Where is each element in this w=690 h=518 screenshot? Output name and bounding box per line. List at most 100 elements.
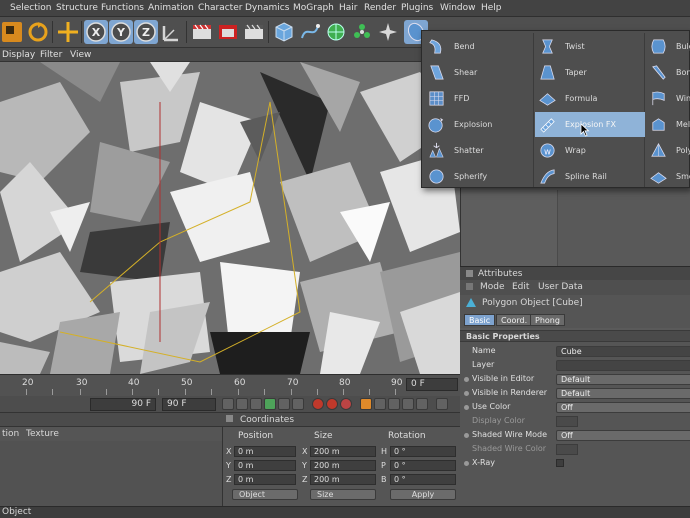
menu-item-smoothing[interactable]: Smo bbox=[646, 164, 690, 189]
x-axis-icon[interactable]: X bbox=[84, 20, 108, 44]
menu-item-melt[interactable]: Melt bbox=[646, 112, 690, 137]
menu-item-shatter[interactable]: Shatter bbox=[424, 138, 534, 163]
use-color-dropdown[interactable]: Off bbox=[556, 402, 690, 413]
menu-animation[interactable]: Animation bbox=[148, 3, 194, 13]
menu-selection[interactable]: Selection bbox=[10, 3, 51, 13]
menu-item-polygon-reduction[interactable]: Poly bbox=[646, 138, 690, 163]
material-tab-texture[interactable]: Texture bbox=[26, 429, 59, 439]
material-manager-body[interactable] bbox=[0, 441, 222, 506]
menu-item-formula[interactable]: Formula bbox=[535, 86, 645, 111]
size-x-field[interactable]: 200 m bbox=[310, 446, 376, 457]
menu-plugins[interactable]: Plugins bbox=[401, 3, 433, 13]
next-key-button[interactable] bbox=[292, 398, 304, 410]
viewport-menu-view[interactable]: View bbox=[70, 50, 91, 60]
pla-key-button[interactable] bbox=[416, 398, 428, 410]
display-color-swatch[interactable] bbox=[556, 416, 578, 427]
shaded-wire-color-swatch[interactable] bbox=[556, 444, 578, 455]
menu-mograph[interactable]: MoGraph bbox=[293, 3, 334, 13]
apply-button[interactable]: Apply bbox=[390, 489, 456, 500]
render-picture-viewer-icon[interactable] bbox=[216, 20, 240, 44]
timeline-ruler[interactable]: 20 30 40 50 60 70 80 90 bbox=[0, 374, 460, 396]
scale-key-button[interactable] bbox=[388, 398, 400, 410]
viewport-menu-display[interactable]: Display bbox=[2, 50, 35, 60]
spline-pen-icon[interactable] bbox=[298, 20, 322, 44]
render-view-icon[interactable] bbox=[190, 20, 214, 44]
x-ray-checkbox[interactable] bbox=[556, 459, 564, 467]
rotate-icon[interactable] bbox=[26, 20, 50, 44]
attributes-menu-user-data[interactable]: User Data bbox=[538, 282, 583, 292]
go-to-start-button[interactable] bbox=[222, 398, 234, 410]
menu-item-wind[interactable]: Wind bbox=[646, 86, 690, 111]
move-icon[interactable] bbox=[56, 20, 80, 44]
current-frame-field[interactable]: 0 F bbox=[406, 378, 458, 391]
viewport-menu-filter[interactable]: Filter bbox=[40, 50, 62, 60]
3d-viewport[interactable] bbox=[0, 62, 460, 374]
tab-phong[interactable]: Phong bbox=[530, 314, 565, 326]
attributes-menu-edit[interactable]: Edit bbox=[512, 282, 529, 292]
shaded-wire-mode-dropdown[interactable]: Off bbox=[556, 430, 690, 441]
cube-primitive-icon[interactable] bbox=[272, 20, 296, 44]
size-z-field[interactable]: 200 m bbox=[310, 474, 376, 485]
menu-functions[interactable]: Functions bbox=[101, 3, 144, 13]
menu-dynamics[interactable]: Dynamics bbox=[245, 3, 289, 13]
animation-dot-icon[interactable] bbox=[464, 461, 469, 466]
tab-basic[interactable]: Basic bbox=[464, 314, 496, 326]
menu-item-spherify[interactable]: Spherify bbox=[424, 164, 534, 189]
rotation-key-button[interactable] bbox=[374, 398, 386, 410]
menu-help[interactable]: Help bbox=[481, 3, 502, 13]
animation-dot-icon[interactable] bbox=[464, 391, 469, 396]
previous-key-button[interactable] bbox=[236, 398, 248, 410]
position-x-field[interactable]: 0 m bbox=[234, 446, 296, 457]
tab-coord[interactable]: Coord. bbox=[496, 314, 533, 326]
size-mode-dropdown[interactable]: Size bbox=[310, 489, 376, 500]
live-selection-icon[interactable] bbox=[0, 20, 24, 44]
layer-field[interactable] bbox=[556, 360, 690, 371]
menu-render[interactable]: Render bbox=[364, 3, 396, 13]
coordinate-mode-dropdown[interactable]: Object bbox=[232, 489, 298, 500]
step-back-button[interactable] bbox=[250, 398, 262, 410]
menu-item-ffd[interactable]: FFD bbox=[424, 86, 534, 111]
z-axis-icon[interactable]: Z bbox=[134, 20, 158, 44]
animation-dot-icon[interactable] bbox=[464, 405, 469, 410]
menu-item-shear[interactable]: Shear bbox=[424, 60, 534, 85]
menu-character[interactable]: Character bbox=[198, 3, 242, 13]
attributes-menu-mode[interactable]: Mode bbox=[480, 282, 505, 292]
size-y-field[interactable]: 200 m bbox=[310, 460, 376, 471]
animation-dot-icon[interactable] bbox=[464, 433, 469, 438]
rotation-p-field[interactable]: 0 ° bbox=[390, 460, 456, 471]
world-coordinates-icon[interactable] bbox=[160, 20, 184, 44]
autokey-button[interactable] bbox=[326, 398, 338, 410]
menu-hair[interactable]: Hair bbox=[339, 3, 357, 13]
cloner-icon[interactable] bbox=[350, 20, 374, 44]
preview-max-field[interactable]: 90 F bbox=[162, 398, 216, 411]
position-z-field[interactable]: 0 m bbox=[234, 474, 296, 485]
name-field[interactable]: Cube bbox=[556, 346, 690, 357]
menu-item-taper[interactable]: Taper bbox=[535, 60, 645, 85]
visible-in-renderer-dropdown[interactable]: Default bbox=[556, 388, 690, 399]
menu-item-explosion-fx[interactable]: Explosion FX bbox=[535, 112, 645, 137]
render-settings-icon[interactable] bbox=[242, 20, 266, 44]
visible-in-editor-dropdown[interactable]: Default bbox=[556, 374, 690, 385]
menu-structure[interactable]: Structure bbox=[56, 3, 98, 13]
material-tab-function[interactable]: tion bbox=[2, 429, 19, 439]
position-key-button[interactable] bbox=[360, 398, 372, 410]
record-button[interactable] bbox=[312, 398, 324, 410]
timeline-menu-button[interactable] bbox=[436, 398, 448, 410]
rotation-h-field[interactable]: 0 ° bbox=[390, 446, 456, 457]
menu-item-bulge[interactable]: Bulg bbox=[646, 34, 690, 59]
menu-item-wrap[interactable]: w Wrap bbox=[535, 138, 645, 163]
y-axis-icon[interactable]: Y bbox=[109, 20, 133, 44]
environment-icon[interactable] bbox=[376, 20, 400, 44]
menu-window[interactable]: Window bbox=[440, 3, 476, 13]
play-button[interactable] bbox=[264, 398, 276, 410]
menu-item-twist[interactable]: Twist bbox=[535, 34, 645, 59]
keyframe-selection-button[interactable] bbox=[340, 398, 352, 410]
menu-item-bend[interactable]: Bend bbox=[424, 34, 534, 59]
step-forward-button[interactable] bbox=[278, 398, 290, 410]
position-y-field[interactable]: 0 m bbox=[234, 460, 296, 471]
param-key-button[interactable] bbox=[402, 398, 414, 410]
menu-item-bone[interactable]: Bone bbox=[646, 60, 690, 85]
menu-item-explosion[interactable]: Explosion bbox=[424, 112, 534, 137]
subdivision-surface-icon[interactable] bbox=[324, 20, 348, 44]
rotation-b-field[interactable]: 0 ° bbox=[390, 474, 456, 485]
